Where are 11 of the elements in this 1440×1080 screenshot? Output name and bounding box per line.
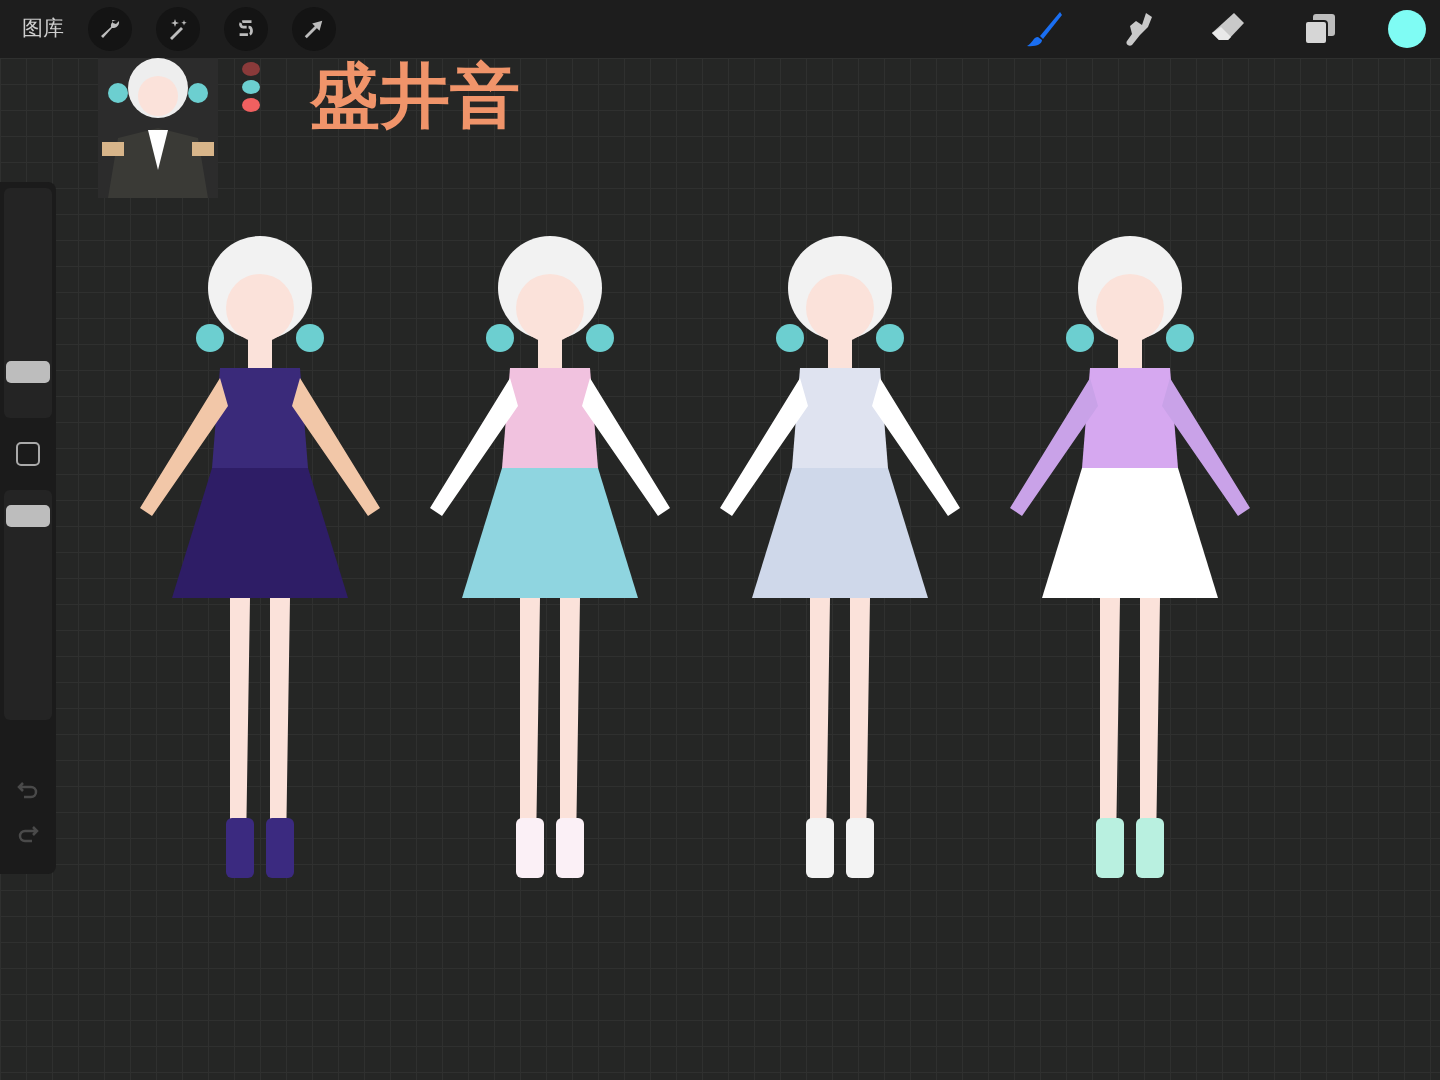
toolbar-button[interactable]	[88, 7, 132, 51]
toolbar-button[interactable]	[224, 7, 268, 51]
arrow-icon	[303, 18, 325, 40]
brush-size-slider[interactable]	[4, 188, 52, 418]
gallery-button[interactable]: 图库	[22, 13, 64, 45]
toolbar-button[interactable]	[292, 7, 336, 51]
opacity-slider[interactable]	[4, 490, 52, 720]
color-swatch[interactable]	[1388, 10, 1426, 48]
modify-button[interactable]	[16, 442, 40, 466]
canvas-title: 盛井音	[310, 58, 520, 135]
toolbar-button[interactable]	[156, 7, 200, 51]
